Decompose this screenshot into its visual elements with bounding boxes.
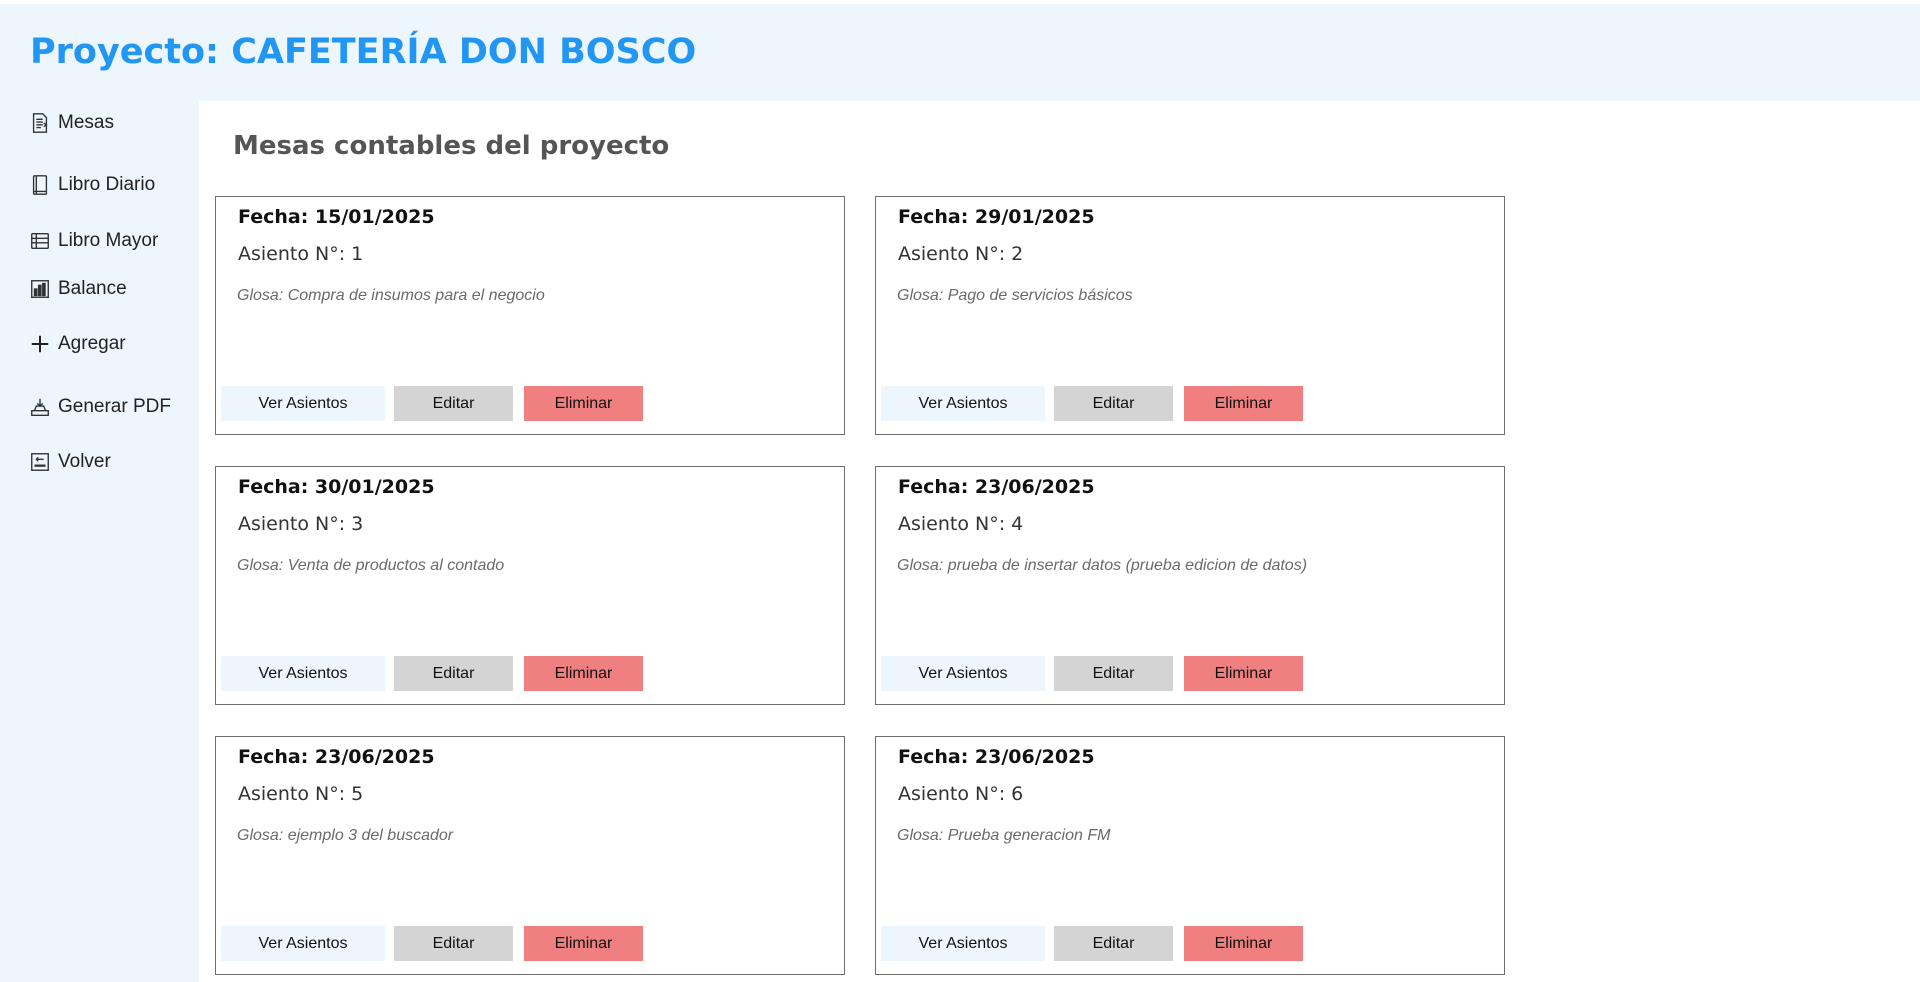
eliminar-button[interactable]: Eliminar xyxy=(524,926,643,961)
card-asiento: Asiento N°: 6 xyxy=(898,783,1024,805)
ver-asientos-button[interactable]: Ver Asientos xyxy=(221,926,385,961)
editar-button[interactable]: Editar xyxy=(394,386,513,421)
editar-button[interactable]: Editar xyxy=(394,926,513,961)
mesa-card: Fecha: 23/06/2025 Asiento N°: 5 Glosa: e… xyxy=(215,736,845,975)
card-asiento: Asiento N°: 3 xyxy=(238,513,364,535)
editar-button[interactable]: Editar xyxy=(1054,656,1173,691)
back-icon xyxy=(28,450,52,474)
eliminar-button[interactable]: Eliminar xyxy=(524,386,643,421)
editar-button[interactable]: Editar xyxy=(1054,386,1173,421)
pdf-export-icon xyxy=(28,395,52,419)
card-glosa: Glosa: Venta de productos al contado xyxy=(237,557,505,574)
ver-asientos-button[interactable]: Ver Asientos xyxy=(881,656,1045,691)
mesa-card: Fecha: 15/01/2025 Asiento N°: 1 Glosa: C… xyxy=(215,196,845,435)
document-icon xyxy=(28,111,52,135)
card-asiento: Asiento N°: 2 xyxy=(898,243,1024,265)
eliminar-button[interactable]: Eliminar xyxy=(1184,656,1303,691)
mesa-card: Fecha: 23/06/2025 Asiento N°: 6 Glosa: P… xyxy=(875,736,1505,975)
sidebar-item-agregar[interactable]: Agregar xyxy=(28,332,126,356)
sidebar-item-balance[interactable]: Balance xyxy=(28,277,127,301)
header: Proyecto: CAFETERÍA DON BOSCO xyxy=(0,4,1920,100)
card-date: Fecha: 23/06/2025 xyxy=(898,476,1095,498)
card-asiento: Asiento N°: 1 xyxy=(238,243,364,265)
card-date: Fecha: 30/01/2025 xyxy=(238,476,435,498)
sidebar-item-label: Volver xyxy=(58,451,111,472)
card-glosa: Glosa: Pago de servicios básicos xyxy=(897,287,1133,304)
eliminar-button[interactable]: Eliminar xyxy=(1184,386,1303,421)
sidebar-item-label: Libro Mayor xyxy=(58,230,159,251)
card-glosa: Glosa: prueba de insertar datos (prueba … xyxy=(897,557,1308,574)
mesa-card: Fecha: 30/01/2025 Asiento N°: 3 Glosa: V… xyxy=(215,466,845,705)
editar-button[interactable]: Editar xyxy=(1054,926,1173,961)
sidebar: Mesas Libro Diario Libro Mayor Balance A… xyxy=(0,100,199,982)
card-date: Fecha: 15/01/2025 xyxy=(238,206,435,228)
card-asiento: Asiento N°: 5 xyxy=(238,783,364,805)
sidebar-item-mesas[interactable]: Mesas xyxy=(28,111,114,135)
sidebar-item-label: Agregar xyxy=(58,333,126,354)
app-window: Proyecto: CAFETERÍA DON BOSCO Mesas Libr… xyxy=(0,4,1920,982)
eliminar-button[interactable]: Eliminar xyxy=(1184,926,1303,961)
ver-asientos-button[interactable]: Ver Asientos xyxy=(881,386,1045,421)
card-date: Fecha: 29/01/2025 xyxy=(898,206,1095,228)
mesa-card: Fecha: 23/06/2025 Asiento N°: 4 Glosa: p… xyxy=(875,466,1505,705)
plus-icon xyxy=(28,332,52,356)
card-date: Fecha: 23/06/2025 xyxy=(238,746,435,768)
card-glosa: Glosa: ejemplo 3 del buscador xyxy=(237,827,454,844)
section-title: Mesas contables del proyecto xyxy=(233,131,670,161)
sidebar-item-libro-mayor[interactable]: Libro Mayor xyxy=(28,229,158,253)
ver-asientos-button[interactable]: Ver Asientos xyxy=(221,656,385,691)
sidebar-item-label: Libro Diario xyxy=(58,174,156,195)
page-title: Proyecto: CAFETERÍA DON BOSCO xyxy=(30,32,697,72)
ver-asientos-button[interactable]: Ver Asientos xyxy=(221,386,385,421)
sidebar-item-libro-diario[interactable]: Libro Diario xyxy=(28,173,155,197)
sidebar-item-generar-pdf[interactable]: Generar PDF xyxy=(28,395,171,419)
sidebar-item-label: Generar PDF xyxy=(58,396,171,417)
sidebar-item-volver[interactable]: Volver xyxy=(28,450,111,474)
sidebar-item-label: Balance xyxy=(58,278,127,299)
ver-asientos-button[interactable]: Ver Asientos xyxy=(881,926,1045,961)
book-icon xyxy=(28,173,52,197)
card-glosa: Glosa: Compra de insumos para el negocio xyxy=(237,287,545,304)
ledger-icon xyxy=(28,229,52,253)
card-date: Fecha: 23/06/2025 xyxy=(898,746,1095,768)
sidebar-item-label: Mesas xyxy=(58,112,114,133)
editar-button[interactable]: Editar xyxy=(394,656,513,691)
main-content: Mesas contables del proyecto Fecha: 15/0… xyxy=(199,101,1920,982)
card-asiento: Asiento N°: 4 xyxy=(898,513,1024,535)
eliminar-button[interactable]: Eliminar xyxy=(524,656,643,691)
card-glosa: Glosa: Prueba generacion FM xyxy=(897,827,1111,844)
mesa-card: Fecha: 29/01/2025 Asiento N°: 2 Glosa: P… xyxy=(875,196,1505,435)
bar-chart-icon xyxy=(28,277,52,301)
